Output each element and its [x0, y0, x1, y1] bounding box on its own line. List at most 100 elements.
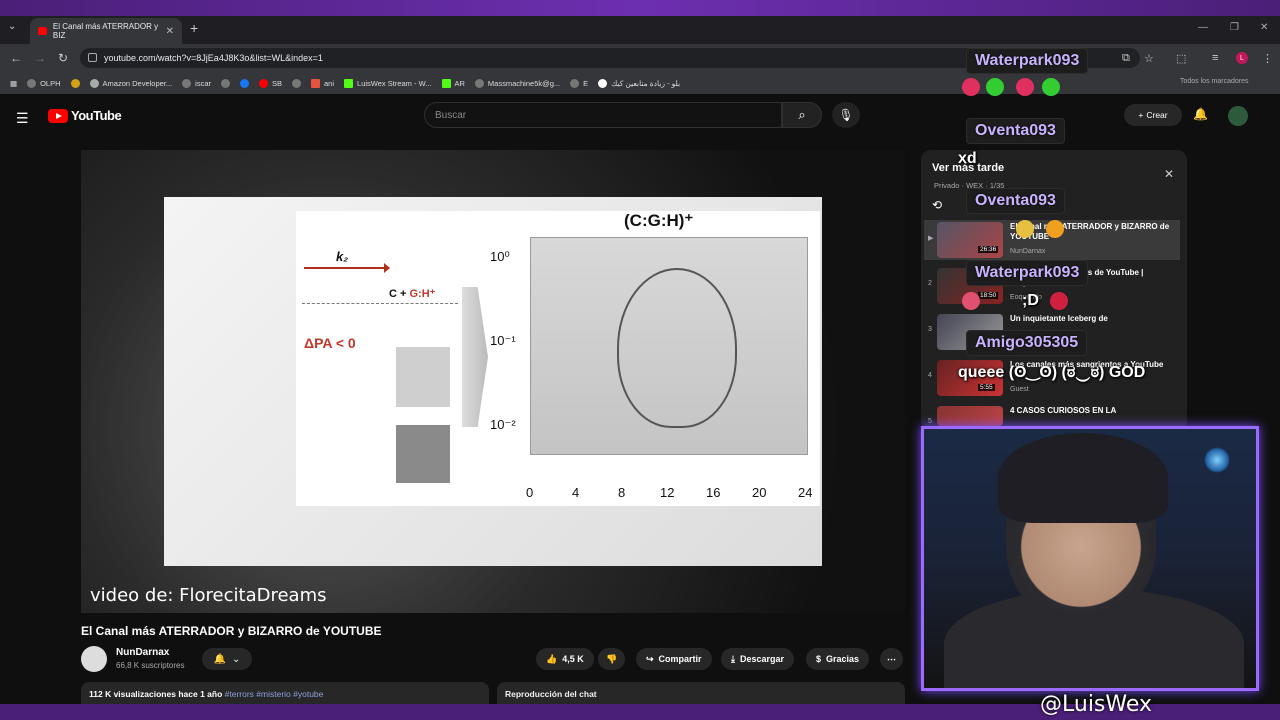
- minimize-icon[interactable]: —: [1198, 22, 1208, 33]
- bookmark-favicon-icon: [27, 78, 37, 88]
- bookmark-item[interactable]: [240, 78, 249, 88]
- share-icon: ↪: [646, 653, 654, 664]
- forward-icon[interactable]: →: [34, 51, 46, 65]
- chat-message: xd: [958, 150, 977, 167]
- bookmark-item[interactable]: Amazon Developer...: [89, 78, 173, 88]
- chat-replay-panel[interactable]: Reproducción del chat: [497, 682, 905, 704]
- bookmark-item[interactable]: [221, 78, 230, 88]
- x-tick-label: 16: [706, 485, 721, 500]
- bookmark-item[interactable]: LuisWex Stream - W...: [344, 78, 432, 88]
- bookmark-item[interactable]: SB: [259, 78, 282, 88]
- streamer-handle: @LuisWex: [1040, 692, 1153, 717]
- browser-tab-active[interactable]: El Canal más ATERRADOR y BIZ ✕: [30, 18, 182, 44]
- windows-icon: [311, 78, 321, 88]
- tab-search-icon[interactable]: ⌄: [8, 21, 16, 32]
- search-placeholder: Buscar: [435, 109, 467, 121]
- account-avatar[interactable]: [1228, 106, 1248, 126]
- bookmark-label: ani: [324, 78, 335, 88]
- playlist-item[interactable]: 5 4 CASOS CURIOSOS EN LA: [924, 404, 1180, 426]
- dislike-button[interactable]: 👎: [598, 648, 626, 670]
- youtube-favicon-icon: [38, 27, 47, 35]
- kick-icon: [344, 78, 354, 88]
- subscriber-count: 66,8 K suscriptores: [116, 661, 185, 670]
- close-icon[interactable]: ✕: [166, 26, 174, 37]
- search-input[interactable]: Buscar: [424, 102, 782, 128]
- menu-icon[interactable]: ☰: [16, 110, 29, 127]
- chat-username: Amigo305305: [966, 330, 1088, 356]
- notifications-bell-icon[interactable]: 🔔: [1193, 107, 1208, 121]
- youtube-logo[interactable]: YouTube: [48, 108, 122, 123]
- download-icon: ⤓: [731, 653, 735, 664]
- subscription-bell-button[interactable]: 🔔 ⌄: [202, 648, 252, 670]
- download-button[interactable]: ⤓ Descargar: [721, 648, 795, 670]
- create-button[interactable]: + Crear: [1124, 104, 1182, 126]
- extensions-icon[interactable]: ⬚: [1176, 52, 1186, 65]
- all-bookmarks-link[interactable]: Todos los marcadores: [1180, 78, 1248, 85]
- stream-top-border: [0, 0, 1280, 16]
- playlist-duration: 5:55: [978, 384, 995, 391]
- menu-kebab-icon[interactable]: ⋮: [1262, 52, 1273, 65]
- window-close-icon[interactable]: ✕: [1260, 22, 1268, 33]
- bookmark-item[interactable]: ani: [311, 78, 335, 88]
- profile-avatar[interactable]: L: [1236, 52, 1248, 64]
- emote-icon: [1046, 220, 1064, 238]
- webcam-overlay: [921, 426, 1259, 691]
- bookmark-item[interactable]: iscar: [182, 78, 211, 88]
- download-label: Descargar: [739, 654, 785, 664]
- facebook-icon: [240, 78, 249, 88]
- search-icon: ⌕: [798, 107, 806, 122]
- more-actions-button[interactable]: ⋯: [880, 648, 903, 670]
- playlist-item-channel: Guest: [1010, 386, 1029, 393]
- video-player[interactable]: (C:G:H)⁺ k₂ C + G:H⁺ ΔPA < 0 10⁰ 10⁻¹ 10…: [81, 150, 905, 613]
- playlist-item-channel: NunDarnax: [1010, 248, 1046, 255]
- thanks-button[interactable]: $ Gracias: [806, 648, 870, 670]
- site-info-icon[interactable]: [88, 53, 97, 62]
- install-icon[interactable]: ⧉: [1122, 52, 1130, 65]
- apps-icon[interactable]: ▦: [10, 79, 17, 88]
- bookmark-star-icon[interactable]: ☆: [1144, 52, 1154, 65]
- back-icon[interactable]: ←: [10, 51, 22, 65]
- youtube-logo-text: YouTube: [71, 108, 122, 123]
- hashtags[interactable]: #terrors #misterio #yotube: [225, 689, 324, 699]
- bookmark-item[interactable]: AR: [441, 78, 465, 88]
- playlist-duration: 18:50: [978, 292, 999, 299]
- bookmark-label: OLPH: [40, 78, 61, 88]
- cgh-label: C + G:H⁺: [389, 287, 435, 300]
- channel-avatar[interactable]: [81, 646, 107, 672]
- microphone-icon: 🎙: [838, 108, 854, 122]
- bookmark-favicon-icon: [221, 78, 230, 88]
- bookmark-item[interactable]: [70, 78, 80, 88]
- channel-name[interactable]: NunDarnax: [116, 647, 169, 658]
- k2-label: k₂: [336, 249, 349, 264]
- share-label: Compartir: [658, 654, 702, 664]
- description-box[interactable]: 112 K visualizaciones hace 1 año #terror…: [81, 682, 489, 704]
- new-tab-icon[interactable]: +: [190, 20, 198, 36]
- bookmark-item[interactable]: OLPH: [27, 78, 61, 88]
- bookmark-item[interactable]: بلو - زيادة متابعين كيك: [598, 78, 680, 88]
- loop-icon[interactable]: ⟲: [932, 198, 942, 212]
- emote-icon: [1042, 78, 1060, 96]
- maximize-icon[interactable]: ❐: [1230, 22, 1239, 33]
- bookmark-item[interactable]: [292, 78, 302, 88]
- bell-icon: 🔔: [213, 653, 227, 665]
- video-title: El Canal más ATERRADOR y BIZARRO de YOUT…: [81, 624, 382, 638]
- url-text: youtube.com/watch?v=8JjEa4J8K3o&list=WL&…: [104, 53, 323, 63]
- bookmark-item[interactable]: Massmachine5k@g...: [474, 78, 560, 88]
- cgh-c: C +: [389, 288, 410, 300]
- like-button[interactable]: 👍 4,5 K: [536, 648, 594, 670]
- emote-icon: [962, 78, 980, 96]
- bookmark-favicon-icon: [182, 78, 192, 88]
- voice-search-button[interactable]: 🎙: [832, 102, 860, 128]
- upload-age: hace 1 año: [178, 689, 223, 699]
- y-tick-label: 10⁻¹: [490, 333, 516, 348]
- kick-icon: [441, 78, 451, 88]
- share-button[interactable]: ↪ Compartir: [636, 648, 712, 670]
- small-photo-image: [396, 425, 450, 483]
- search-button[interactable]: ⌕: [782, 102, 822, 128]
- close-icon[interactable]: ✕: [1164, 167, 1174, 181]
- bookmark-label: Amazon Developer...: [102, 78, 173, 88]
- media-icon[interactable]: ≡: [1212, 52, 1218, 64]
- bookmark-item[interactable]: E: [570, 78, 588, 88]
- reload-icon[interactable]: ↻: [58, 51, 68, 65]
- bookmarks-bar: ▦ OLPH Amazon Developer... iscar SB ani …: [0, 72, 1280, 94]
